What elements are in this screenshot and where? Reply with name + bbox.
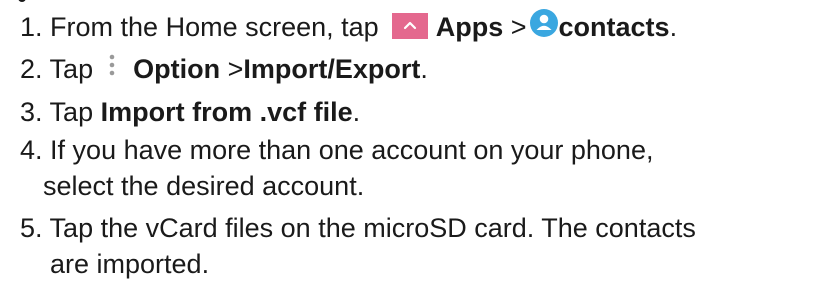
previous-line-remnant <box>18 0 26 2</box>
separator: > <box>510 12 527 42</box>
step-5-continuation: are imported. <box>50 246 209 282</box>
step-text: Tap <box>49 54 94 84</box>
period: . <box>669 12 678 42</box>
instructions-document: 1. From the Home screen, tap Apps > cont… <box>0 0 832 283</box>
step-3: 3. Tap Import from .vcf file. <box>20 94 360 130</box>
import-export-label: Import/Export <box>243 54 421 84</box>
apps-label: Apps <box>435 12 504 42</box>
step-1: 1. From the Home screen, tap Apps > cont… <box>20 8 677 45</box>
step-text-line-1: If you have more than one account on you… <box>50 135 654 165</box>
step-text: From the Home screen, tap <box>50 12 379 42</box>
step-number: 4. <box>20 135 43 165</box>
option-label: Option <box>133 54 221 84</box>
step-number: 2. <box>20 54 43 84</box>
step-4-continuation: select the desired account. <box>43 168 364 204</box>
separator: > <box>227 54 244 84</box>
import-from-vcf-label: Import from .vcf file <box>100 97 353 127</box>
step-4: 4. If you have more than one account on … <box>20 132 653 168</box>
step-number: 3. <box>20 97 43 127</box>
step-text-line-2: select the desired account. <box>43 171 365 201</box>
step-5: 5. Tap the vCard files on the microSD ca… <box>20 210 696 246</box>
step-2: 2. Tap Option >Import/Export. <box>20 51 428 87</box>
more-options-icon <box>105 51 119 81</box>
step-text-line-1: Tap the vCard files on the microSD card.… <box>49 213 696 243</box>
contacts-icon <box>529 8 559 38</box>
step-number: 5. <box>20 213 43 243</box>
step-number: 1. <box>20 12 43 42</box>
period: . <box>352 97 361 127</box>
apps-icon <box>392 13 429 39</box>
step-text-line-2: are imported. <box>50 249 210 279</box>
step-text: Tap <box>49 97 94 127</box>
contacts-label: contacts <box>558 12 670 42</box>
period: . <box>420 54 428 84</box>
